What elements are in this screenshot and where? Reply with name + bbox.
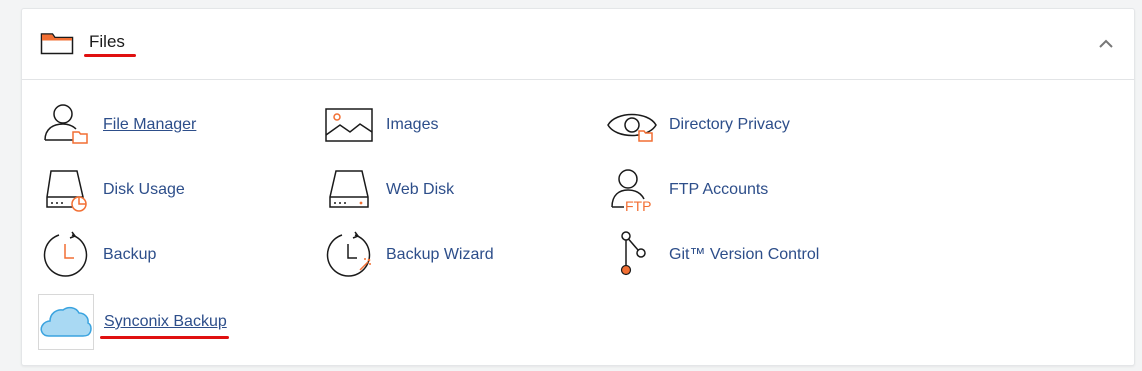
- web-disk-label: Web Disk: [386, 181, 455, 198]
- web-disk-icon: [323, 164, 375, 216]
- ftp-accounts-icon: FTP: [606, 164, 658, 216]
- synconix-backup-label: Synconix Backup: [104, 313, 227, 330]
- backup-wizard-icon: [323, 229, 375, 281]
- backup-wizard-label: Backup Wizard: [386, 246, 494, 263]
- folder-icon: [40, 31, 74, 55]
- file-manager-label: File Manager: [103, 116, 197, 133]
- synconix-highlight-underline: [100, 336, 229, 339]
- disk-usage-label: Disk Usage: [103, 181, 185, 198]
- git-version-control-label: Git™ Version Control: [669, 246, 820, 263]
- backup-label: Backup: [103, 246, 157, 263]
- git-version-control-link[interactable]: Git™ Version Control: [606, 229, 819, 281]
- ftp-icon-text: FTP: [625, 198, 651, 213]
- web-disk-link[interactable]: Web Disk: [323, 164, 454, 216]
- disk-usage-icon: [40, 164, 92, 216]
- images-link[interactable]: Images: [323, 99, 438, 151]
- directory-privacy-icon: [606, 99, 658, 151]
- ftp-accounts-label: FTP Accounts: [669, 181, 769, 198]
- section-title: Files: [89, 32, 125, 51]
- cloud-icon: [38, 294, 94, 350]
- file-manager-link[interactable]: File Manager: [40, 99, 196, 151]
- synconix-backup-link[interactable]: Synconix Backup: [38, 294, 227, 350]
- chevron-up-icon[interactable]: [1096, 34, 1116, 54]
- directory-privacy-label: Directory Privacy: [669, 116, 790, 133]
- images-icon: [323, 99, 375, 151]
- files-panel: Files File Manager Images Directory Priv…: [21, 8, 1135, 366]
- git-icon: [606, 229, 658, 281]
- ftp-accounts-link[interactable]: FTP FTP Accounts: [606, 164, 768, 216]
- file-manager-icon: [40, 99, 92, 151]
- title-highlight-underline: [84, 54, 136, 57]
- directory-privacy-link[interactable]: Directory Privacy: [606, 99, 790, 151]
- backup-wizard-link[interactable]: Backup Wizard: [323, 229, 494, 281]
- panel-header[interactable]: Files: [22, 9, 1134, 80]
- backup-icon: [40, 229, 92, 281]
- images-label: Images: [386, 116, 439, 133]
- disk-usage-link[interactable]: Disk Usage: [40, 164, 185, 216]
- backup-link[interactable]: Backup: [40, 229, 156, 281]
